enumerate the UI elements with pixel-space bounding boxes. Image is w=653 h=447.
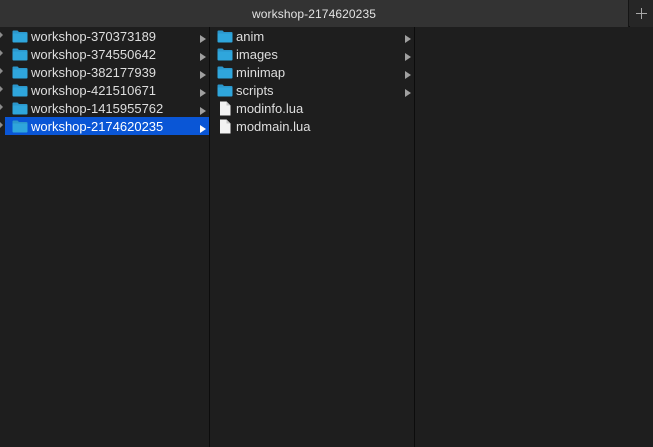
item-label: modmain.lua xyxy=(236,118,311,134)
tab-active[interactable]: workshop-2174620235 xyxy=(0,0,629,27)
chevron-right-icon xyxy=(199,49,207,61)
chevron-right-icon xyxy=(404,67,412,79)
new-tab-button[interactable] xyxy=(630,0,653,27)
folder-icon xyxy=(216,65,234,79)
column-empty[interactable] xyxy=(415,27,653,447)
item-label: workshop-1415955762 xyxy=(31,100,164,116)
content-row-modmain-lua[interactable]: modmain.lua xyxy=(210,117,414,135)
item-label: workshop-382177939 xyxy=(31,64,157,80)
chevron-right-icon xyxy=(199,121,207,133)
chevron-right-icon xyxy=(199,85,207,97)
tab-bar: workshop-2174620235 xyxy=(0,0,653,27)
workshop-row-workshop-370373189[interactable]: workshop-370373189 xyxy=(5,27,209,45)
content-row-modinfo-lua[interactable]: modinfo.lua xyxy=(210,99,414,117)
workshop-row-workshop-2174620235[interactable]: workshop-2174620235 xyxy=(5,117,209,135)
item-label: workshop-370373189 xyxy=(31,28,157,44)
folder-icon xyxy=(11,83,29,97)
folder-icon xyxy=(216,47,234,61)
folder-icon xyxy=(11,119,29,133)
item-label: modinfo.lua xyxy=(236,100,304,116)
folder-icon xyxy=(216,29,234,43)
tab-title: workshop-2174620235 xyxy=(252,6,376,21)
column-folder-contents[interactable]: anim images minimap scripts modinfo.lua modma… xyxy=(210,27,415,447)
chevron-right-icon xyxy=(199,67,207,79)
chevron-right-icon xyxy=(404,85,412,97)
folder-icon xyxy=(11,29,29,43)
chevron-right-icon xyxy=(404,31,412,43)
workshop-row-workshop-421510671[interactable]: workshop-421510671 xyxy=(5,81,209,99)
plus-icon xyxy=(636,8,647,19)
content-row-images[interactable]: images xyxy=(210,45,414,63)
finder-window: workshop-2174620235 workshop-370373189 w… xyxy=(0,0,653,447)
folder-icon xyxy=(11,101,29,115)
item-label: images xyxy=(236,46,278,62)
content-row-scripts[interactable]: scripts xyxy=(210,81,414,99)
chevron-right-icon xyxy=(404,49,412,61)
content-row-minimap[interactable]: minimap xyxy=(210,63,414,81)
column-workshop-list[interactable]: workshop-370373189 workshop-374550642 work… xyxy=(5,27,210,447)
column-browser: workshop-370373189 workshop-374550642 work… xyxy=(0,27,653,447)
item-label: workshop-2174620235 xyxy=(31,118,164,134)
item-label: workshop-374550642 xyxy=(31,46,157,62)
folder-icon xyxy=(11,47,29,61)
item-label: workshop-421510671 xyxy=(31,82,157,98)
file-icon xyxy=(216,119,234,133)
workshop-row-workshop-1415955762[interactable]: workshop-1415955762 xyxy=(5,99,209,117)
item-label: scripts xyxy=(236,82,274,98)
item-label: minimap xyxy=(236,64,286,80)
folder-icon xyxy=(216,83,234,97)
workshop-row-workshop-382177939[interactable]: workshop-382177939 xyxy=(5,63,209,81)
workshop-row-workshop-374550642[interactable]: workshop-374550642 xyxy=(5,45,209,63)
file-icon xyxy=(216,101,234,115)
content-row-anim[interactable]: anim xyxy=(210,27,414,45)
chevron-right-icon xyxy=(199,31,207,43)
chevron-right-icon xyxy=(199,103,207,115)
folder-icon xyxy=(11,65,29,79)
item-label: anim xyxy=(236,28,265,44)
